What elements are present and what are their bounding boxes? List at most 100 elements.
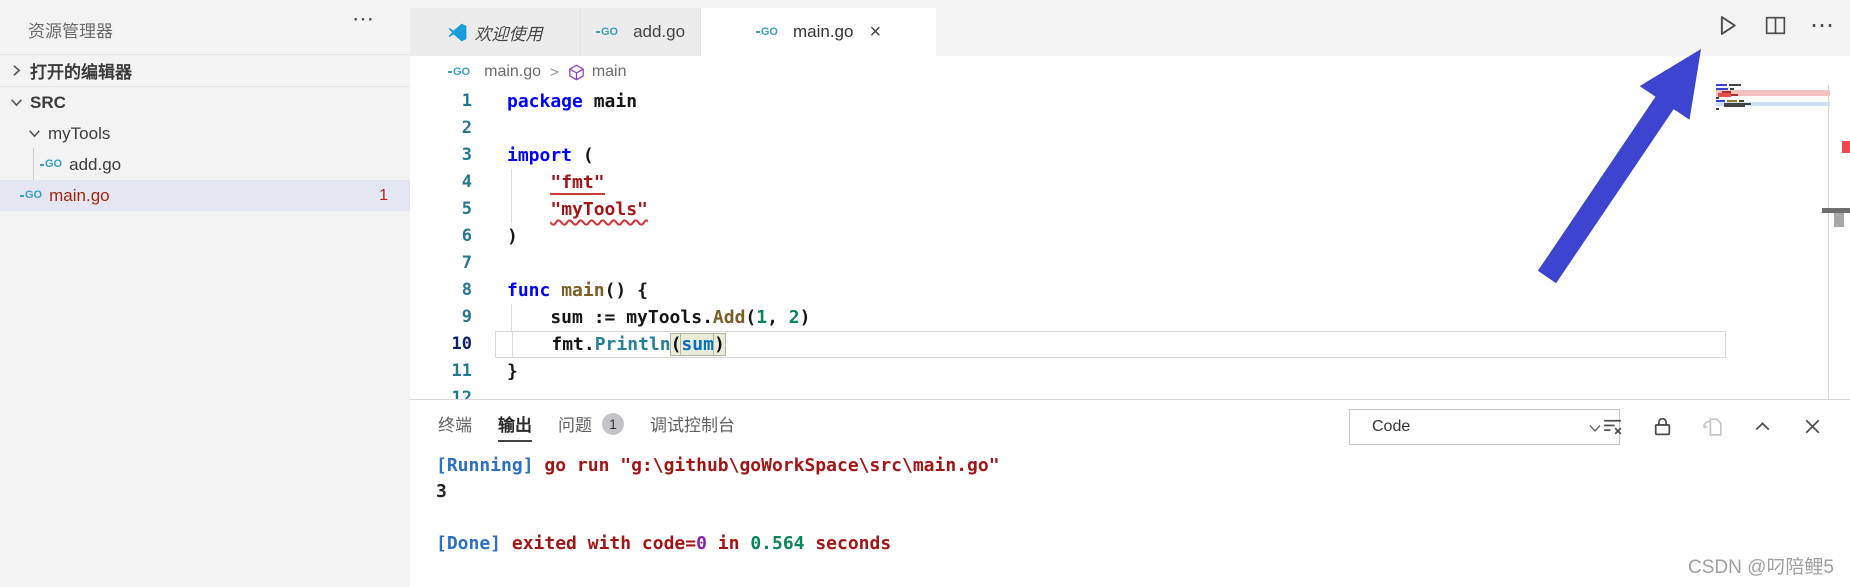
minimap-bar (1729, 84, 1741, 86)
line-number: 9 (410, 304, 472, 331)
breadcrumb-separator: > (550, 64, 559, 81)
line-content: func main() { (495, 277, 1724, 304)
minimap-error-chunk (1718, 93, 1731, 97)
panel-tab-终端[interactable]: 终端 (438, 411, 472, 442)
code-line-11[interactable]: 11} (410, 358, 1850, 385)
problems-count-badge: 1 (602, 413, 624, 435)
line-content: fmt.Println(sum) (495, 331, 1726, 358)
bottom-panel: 终端输出问题1调试控制台 Code [Running] go r (410, 399, 1850, 587)
tab-label: main.go (793, 22, 853, 42)
output-console: [Running] go run "g:\github\goWorkSpace\… (436, 453, 1000, 557)
editor-more-actions-icon[interactable]: ⋯ (1810, 16, 1836, 36)
code-line-10[interactable]: 10 fmt.Println(sum) (410, 331, 1850, 358)
breadcrumb: GO main.go > main (410, 56, 1850, 88)
output-line: 3 (436, 479, 1000, 505)
code-editor[interactable]: GO main.go > main 1 package main 23 import … (410, 56, 1850, 399)
breadcrumb-symbol[interactable]: main (568, 63, 627, 81)
code-line-3[interactable]: 3 import ( (410, 142, 1850, 169)
line-number: 10 (410, 331, 472, 358)
minimap-bar (1730, 88, 1734, 90)
scrollbar-artifact-stem (1834, 213, 1844, 227)
panel-tab-label: 输出 (498, 411, 532, 436)
code-line-1[interactable]: 1 package main (410, 88, 1850, 115)
code-line-4[interactable]: 4 "fmt" (410, 169, 1850, 196)
code-line-7[interactable]: 7 (410, 250, 1850, 277)
tree-item-label: 打开的编辑器 (30, 58, 132, 83)
explorer-more-actions-icon[interactable]: ⋯ (352, 6, 376, 32)
tree-item-label: SRC (30, 93, 66, 113)
go-file-icon: GO (756, 27, 778, 38)
go-file-icon: GO (20, 190, 42, 201)
tree-item-add.go[interactable]: GOadd.go (0, 149, 410, 180)
tree-item-myTools[interactable]: myTools (0, 118, 410, 149)
go-file-icon: GO (756, 27, 785, 38)
tree-item-main.go[interactable]: GOmain.go1 (0, 180, 410, 211)
output-line (436, 505, 1000, 531)
panel-tabs: 终端 输出 问题1 调试控制台 (438, 411, 735, 442)
indent-guide (33, 148, 34, 181)
line-content (495, 250, 1724, 277)
tree-item-label: main.go (49, 186, 109, 206)
minimap[interactable] (1716, 83, 1830, 115)
open-output-in-editor-icon[interactable] (1701, 415, 1724, 438)
close-tab-icon[interactable]: × (869, 22, 881, 42)
chevron-down-icon (8, 94, 26, 111)
lock-scroll-icon[interactable] (1651, 415, 1674, 438)
tab-欢迎使用[interactable]: 欢迎使用 (410, 8, 581, 56)
split-editor-button[interactable] (1763, 13, 1788, 38)
watermark: CSDN @叼陪鲤5 (1688, 552, 1834, 579)
line-content: import ( (495, 142, 1724, 169)
minimap-bar (1716, 88, 1728, 90)
code-line-2[interactable]: 2 (410, 115, 1850, 142)
panel-tab-label: 调试控制台 (650, 411, 735, 436)
line-number: 8 (410, 277, 472, 304)
code-line-8[interactable]: 8 func main() { (410, 277, 1850, 304)
tab-add.go[interactable]: GOadd.go (581, 8, 701, 56)
output-line: [Done] exited with code=0 in 0.564 secon… (436, 531, 1000, 557)
tab-label: 欢迎使用 (475, 20, 543, 45)
tree-item-SRC[interactable]: SRC (0, 87, 410, 118)
overview-ruler-border (1828, 85, 1829, 399)
tree-item-label: myTools (48, 124, 110, 144)
run-button[interactable] (1714, 12, 1741, 39)
output-line: [Running] go run "g:\github\goWorkSpace\… (436, 453, 1000, 479)
tab-main.go[interactable]: GO main.go × (701, 8, 936, 56)
panel-tab-问题[interactable]: 问题1 (558, 411, 624, 442)
clear-output-icon[interactable] (1601, 415, 1624, 438)
editor-tabs: 欢迎使用 GOadd.go GO main.go × (410, 8, 936, 56)
tab-label: add.go (633, 22, 685, 42)
tree-item-打开的编辑器[interactable]: 打开的编辑器 (0, 54, 410, 87)
go-file-icon: GO (40, 159, 62, 170)
code-line-9[interactable]: 9 sum := myTools.Add(1, 2) (410, 304, 1850, 331)
minimap-bar (1716, 84, 1727, 86)
vscode-logo-icon (448, 23, 467, 42)
code-area[interactable]: 1 package main 23 import (4 "fmt"5 "myTools… (410, 88, 1850, 399)
chevron-down-icon (26, 125, 44, 142)
line-content: package main (495, 88, 1724, 115)
line-number: 3 (410, 142, 472, 169)
code-line-6[interactable]: 6) (410, 223, 1850, 250)
chevron-right-icon (8, 62, 26, 79)
line-number: 5 (410, 196, 472, 223)
editor-actions: ⋯ (1714, 12, 1836, 39)
line-number: 1 (410, 88, 472, 115)
panel-tab-输出[interactable]: 输出 (498, 411, 532, 442)
line-number: 11 (410, 358, 472, 385)
line-content: } (495, 358, 1724, 385)
breadcrumb-file[interactable]: GO main.go (448, 63, 541, 81)
line-number: 6 (410, 223, 472, 250)
code-line-12[interactable]: 12 (410, 385, 1850, 399)
line-content (495, 385, 1724, 399)
code-line-5[interactable]: 5 "myTools" (410, 196, 1850, 223)
panel-action-icons (1601, 415, 1824, 438)
line-content (495, 115, 1724, 142)
namespace-cube-icon (568, 64, 585, 81)
line-number: 12 (410, 385, 472, 399)
explorer-title: 资源管理器 (28, 17, 113, 42)
line-number: 2 (410, 115, 472, 142)
maximize-panel-icon[interactable] (1751, 415, 1774, 438)
line-content: "myTools" (495, 196, 1724, 223)
panel-tab-调试控制台[interactable]: 调试控制台 (650, 411, 735, 442)
output-channel-dropdown[interactable]: Code (1349, 409, 1620, 445)
close-panel-icon[interactable] (1801, 415, 1824, 438)
